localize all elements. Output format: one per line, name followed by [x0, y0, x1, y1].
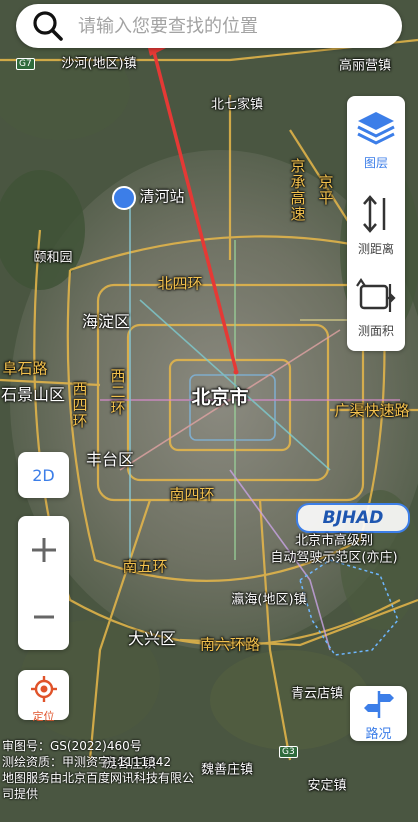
locate-icon [30, 676, 57, 702]
label-yiheyuan: 颐和园 [33, 250, 73, 266]
label-beijing: 北京市 [191, 386, 249, 409]
map-copyright: 审图号：GS(2022)460号 测绘资质：甲测资字11111342 地图服务由… [2, 738, 194, 802]
search-icon[interactable] [30, 8, 66, 44]
label-bei-si-huan: 北四环 [157, 274, 203, 293]
zoom-out-button[interactable] [18, 583, 69, 650]
label-guangqu: 广渠快速路 [334, 401, 410, 420]
copyright-line: 地图服务由北京百度网讯科技有限公 [2, 771, 195, 785]
signpost-icon [363, 691, 394, 718]
label-fengtai: 丰台区 [85, 450, 135, 469]
layers-icon [357, 112, 395, 145]
copyright-line: 司提供 [2, 787, 39, 801]
locate-label: 定位 [32, 710, 55, 723]
label-jingshi-road: 阜石路 [2, 359, 48, 378]
bjhad-logo: BJHAD [296, 503, 410, 533]
label-qinghe-station[interactable]: 清河站 [139, 186, 184, 207]
label-beiqijia: 北七家镇 [210, 97, 264, 113]
label-gaoliying: 高丽营镇 [338, 58, 392, 74]
measure-distance-icon [363, 195, 386, 233]
measure-area-button[interactable]: 测面积 [347, 276, 405, 339]
label-qingyundian: 青云店镇 [290, 686, 344, 702]
highway-sign-g7: G7 [16, 58, 35, 70]
label-shijingshan: 石景山区 [0, 385, 66, 404]
label-daxing: 大兴区 [127, 629, 177, 648]
measure-distance-label: 测距离 [357, 242, 394, 256]
layers-label: 图层 [363, 156, 388, 170]
highway-sign-g3: G3 [279, 746, 298, 758]
train-station-icon[interactable] [112, 186, 136, 210]
zoom-controls [18, 516, 69, 650]
layers-button[interactable]: 图层 [347, 108, 405, 171]
locate-button[interactable]: 定位 [18, 670, 69, 723]
label-xi-si-huan: 西四环 [70, 381, 89, 429]
map-tools-panel: 图层 测距离 测面积 [347, 96, 405, 351]
label-haidian: 海淀区 [81, 312, 131, 331]
label-yingzhou: 瀛海(地区)镇 [231, 592, 307, 608]
label-demo-zone-line2: 自动驾驶示范区(亦庄) [270, 550, 398, 566]
measure-area-icon [356, 278, 396, 312]
plus-icon [31, 537, 56, 562]
label-nan-si-huan: 南四环 [169, 485, 215, 504]
measure-distance-button[interactable]: 测距离 [347, 194, 405, 257]
search-bar[interactable] [16, 4, 402, 48]
label-jingcheng-gaosu: 京承高速 [288, 158, 307, 222]
label-shahe: 沙河(地区)镇 [61, 56, 137, 72]
measure-area-label: 测面积 [357, 324, 394, 338]
copyright-line: 测绘资质：甲测资字11111342 [2, 755, 172, 769]
view-mode-button[interactable]: 2D [18, 452, 69, 498]
zoom-in-button[interactable] [18, 516, 69, 583]
copyright-line: 审图号：GS(2022)460号 [2, 739, 142, 753]
minus-icon [33, 615, 54, 618]
traffic-label: 路况 [365, 727, 392, 742]
label-nan-wu-huan: 南五环 [122, 557, 168, 576]
label-anding: 安定镇 [307, 778, 347, 794]
search-input[interactable] [76, 14, 380, 38]
label-jing-x: 京平 [316, 174, 335, 206]
label-xi-er-huan: 西二环 [108, 368, 127, 416]
traffic-button[interactable]: 路况 [350, 686, 407, 742]
label-weishanzhuang: 魏善庄镇 [200, 762, 254, 778]
label-nan-liu-huan: 南六环路 [199, 635, 261, 654]
